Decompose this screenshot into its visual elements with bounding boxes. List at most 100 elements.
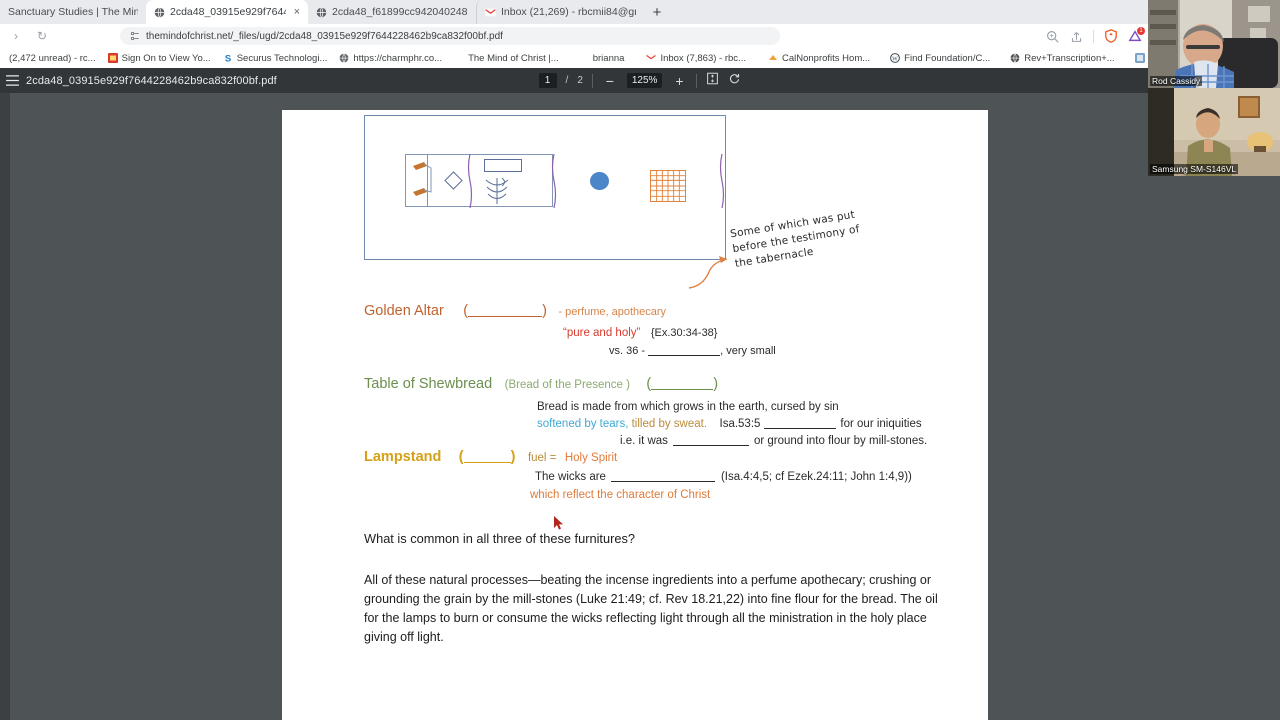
bookmark-item[interactable]: Rev+Transcription+... (1005, 52, 1119, 65)
new-tab-button[interactable]: + (644, 0, 670, 24)
svg-text:W: W (892, 57, 898, 63)
bookmark-item[interactable]: S Securus Technologi... (218, 52, 333, 65)
golden-altar-verse-post: , very small (720, 345, 776, 357)
browser-tab-1[interactable]: 2cda48_03915e929f7644228462b × (146, 0, 308, 24)
page-separator: / (565, 75, 569, 86)
bookmark-label: https://charmphr.co... (353, 52, 443, 64)
zoom-out-button[interactable]: − (602, 73, 618, 89)
lampstand-icon (485, 177, 509, 204)
shewbread-text: Bread is made from which grows in the ea… (537, 401, 839, 413)
bookmark-item[interactable]: https://charmphr.co... (334, 52, 447, 65)
divider (1093, 29, 1094, 43)
divider (696, 73, 698, 88)
participant-name-label: Samsung SM-S146VL (1150, 164, 1239, 174)
blank-line[interactable] (672, 445, 749, 446)
permissions-icon (130, 31, 139, 41)
golden-altar-ref: {Ex.30:34-38} (650, 327, 718, 339)
browser-tab-2[interactable]: 2cda48_f61899cc942040248067ce8bf (308, 0, 476, 24)
hamburger-icon[interactable] (0, 68, 24, 93)
browser-tab-3-title: Inbox (21,269) - rbcmii84@gmail.com (501, 6, 636, 18)
browser-tab-0-title: Sanctuary Studies | The Mind of Christ (8, 6, 138, 18)
shewbread-line1: Bread is made from which grows in the ea… (537, 397, 839, 415)
lampstand-line2: The wicks are (Isa.4:4,5; cf Ezek.24:11; … (535, 467, 912, 485)
bookmark-item[interactable]: The Mind of Christ |... (463, 52, 564, 65)
golden-altar-line2: “pure and holy” {Ex.30:34-38} (563, 323, 717, 341)
brave-shield-icon[interactable] (1103, 29, 1118, 44)
lampstand-refs: (Isa.4:4,5; cf Ezek.24:11; John 1:4,9)) (720, 471, 912, 483)
blank-line[interactable] (648, 355, 721, 356)
pdf-viewport[interactable]: Some of which was put before the testimo… (0, 93, 1280, 720)
shewbread-sweat: tilled by sweat. (628, 418, 708, 430)
video-tile-participant-1[interactable]: Samsung SM-S146VL (1148, 88, 1280, 176)
bookmark-item[interactable]: Inbox (7,863) - rbc... (641, 52, 751, 65)
question-text: What is common in all three of these fur… (364, 531, 635, 546)
blank-line[interactable] (764, 428, 837, 429)
close-icon[interactable]: × (291, 6, 300, 18)
rotate-icon[interactable] (728, 72, 741, 90)
blue-icon (1134, 53, 1145, 63)
orange-grid-altar-icon (650, 170, 686, 202)
blank-line[interactable] (651, 389, 714, 390)
globe-icon (316, 6, 327, 18)
shewbread-isaiah-ref: Isa.53:5 (719, 418, 761, 430)
golden-altar-line3: vs. 36 - , very small (609, 341, 776, 359)
fit-page-icon[interactable] (706, 72, 719, 90)
globe-icon (1010, 53, 1020, 63)
zoom-icon[interactable] (1045, 29, 1060, 44)
wordpress-icon: W (890, 53, 901, 63)
video-tile-participant-0[interactable]: Rod Cassidy (1148, 0, 1280, 88)
bookmark-label: Find Foundation/C... (904, 52, 991, 64)
zoom-in-button[interactable]: + (671, 73, 687, 89)
veil-curtain-icon (467, 154, 473, 208)
golden-altar-section: Golden Altar () - perfume, apothecary (364, 302, 666, 320)
handwritten-annotation: Some of which was put before the testimo… (729, 208, 861, 271)
bookmark-item[interactable]: (2,472 unread) - rc... (4, 52, 101, 65)
forward-icon[interactable]: › (8, 28, 24, 44)
sanctuary-floorplan-diagram (364, 115, 726, 260)
extension-icon[interactable]: 1 (1127, 26, 1145, 44)
bookmark-item[interactable]: CalNonprofits Hom... (763, 52, 875, 65)
veil-curtain-icon (719, 154, 725, 208)
share-icon[interactable] (1069, 29, 1084, 44)
browser-tab-3[interactable]: Inbox (21,269) - rbcmii84@gmail.com (476, 0, 644, 24)
shewbread-millstones: or ground into flour by mill-stones. (753, 435, 928, 447)
annotation-arrow-icon (688, 256, 728, 289)
globe-icon (340, 53, 349, 63)
paragraph-text: All of these natural processes—beating t… (364, 573, 938, 644)
shewbread-line2: softened by tears, tilled by sweat. Isa.… (537, 414, 922, 432)
shewbread-line3: i.e. it was or ground into flour by mill-… (620, 431, 927, 449)
bookmark-label: The Mind of Christ |... (468, 52, 559, 64)
address-bar[interactable]: themindofchrist.net/_files/ugd/2cda48_03… (120, 27, 780, 45)
participant-name-label: Rod Cassidy (1150, 76, 1203, 86)
shewbread-tears: softened by tears, (537, 418, 629, 430)
bookmark-label: brianna (592, 52, 625, 64)
blank-line[interactable] (610, 481, 715, 482)
gmail-icon (646, 54, 657, 62)
browser-tab-2-title: 2cda48_f61899cc942040248067ce8bf (332, 6, 468, 18)
reload-icon[interactable]: ↻ (34, 28, 50, 44)
veil-curtain-icon (551, 154, 557, 208)
pdf-toolbar: 2cda48_03915e929f7644228462b9ca832f00bf.… (0, 68, 1280, 93)
bookmark-item[interactable]: W Find Foundation/C... (885, 52, 995, 65)
svg-text:S: S (225, 53, 231, 63)
lampstand-blank-close: ) (510, 449, 516, 465)
lampstand-reflect: which reflect the character of Christ (530, 489, 711, 501)
golden-altar-blank-close: ) (542, 303, 547, 319)
mouse-cursor (554, 516, 563, 530)
blank-line[interactable] (463, 462, 511, 463)
bookmark-item[interactable]: Sign On to View Yo... (103, 52, 216, 65)
bookmark-item[interactable]: brianna (588, 52, 630, 65)
lampstand-title: Lampstand (364, 449, 442, 465)
lampstand-wicks: The wicks are (535, 471, 606, 483)
golden-altar-verse: vs. 36 - (609, 345, 649, 357)
table-rect-icon (484, 159, 522, 172)
video-call-panel[interactable]: Rod Cassidy Samsung SM-S146VL (1148, 0, 1280, 176)
red-icon (107, 53, 118, 63)
gmail-icon (485, 7, 496, 17)
browser-tab-0[interactable]: Sanctuary Studies | The Mind of Christ (0, 0, 146, 24)
sidebar-strip (0, 93, 10, 720)
shewbread-ie: i.e. it was (620, 435, 668, 447)
bookmark-label: Sign On to View Yo... (121, 52, 211, 64)
blank-line[interactable] (468, 316, 543, 317)
page-number-input[interactable]: 1 (538, 73, 557, 88)
